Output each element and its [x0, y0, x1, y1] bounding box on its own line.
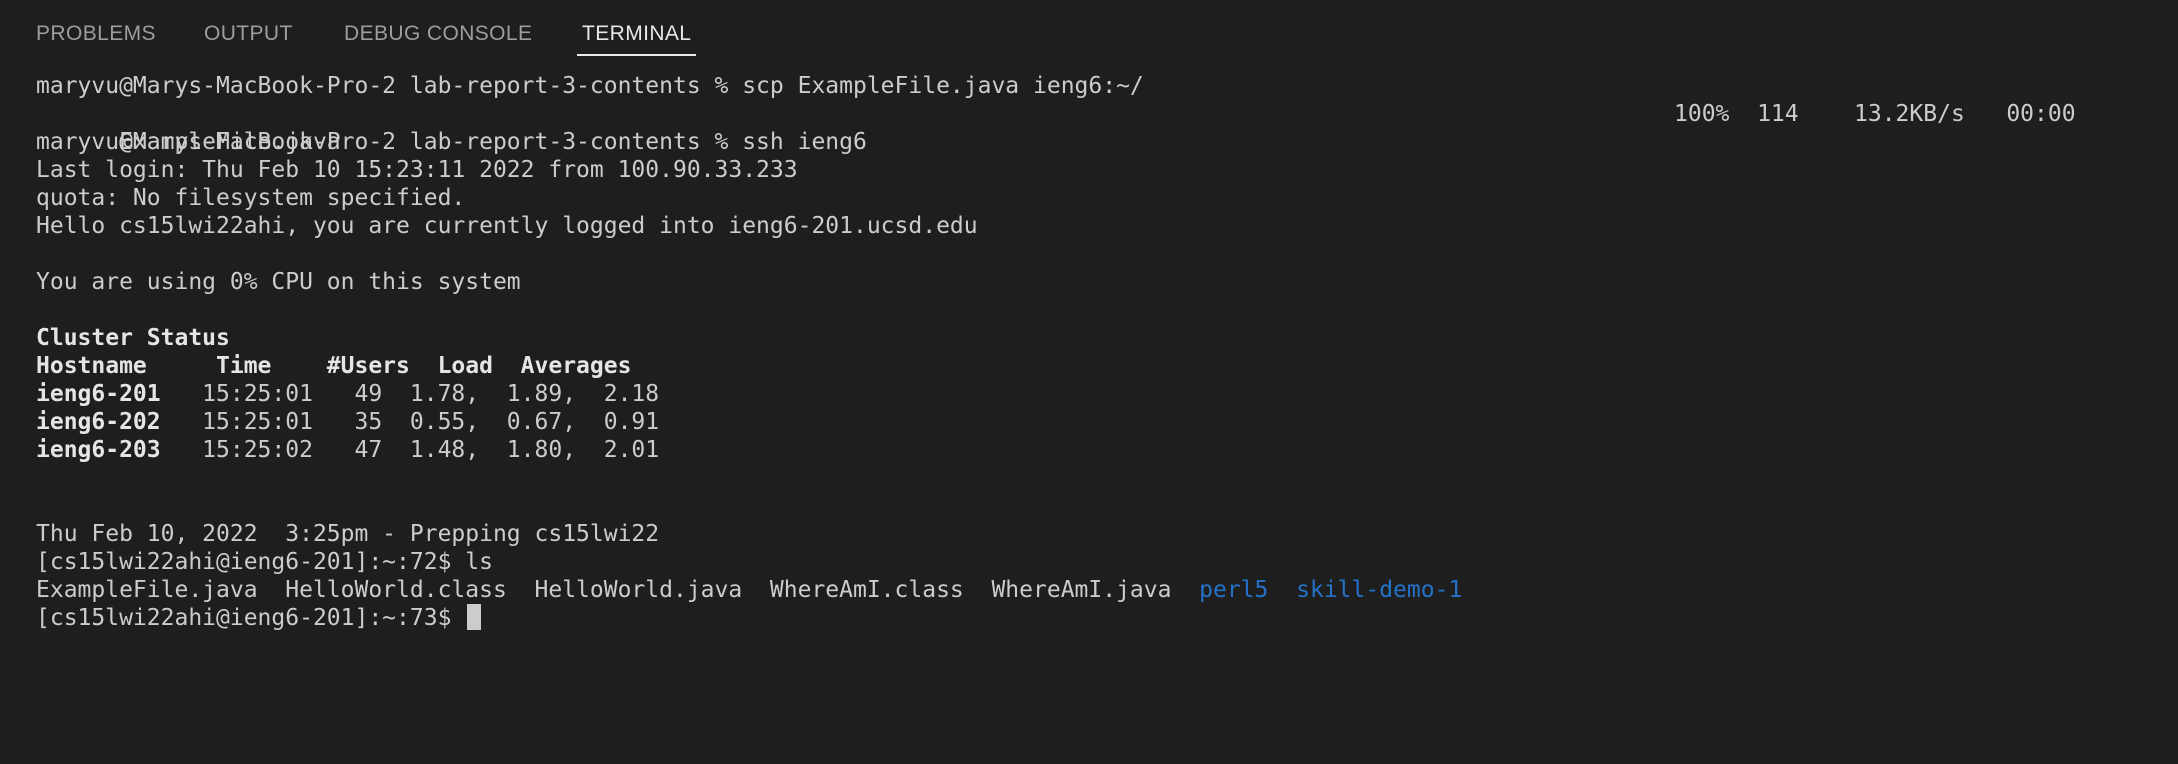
- terminal-panel: PROBLEMS OUTPUT DEBUG CONSOLE TERMINAL m…: [0, 0, 2178, 764]
- ls-directory: skill-demo-1: [1296, 577, 1463, 603]
- cluster-row: ieng6-201 15:25:01 49 1.78, 1.89, 2.18: [36, 380, 2156, 408]
- cluster-row: ieng6-202 15:25:01 35 0.55, 0.67, 0.91: [36, 408, 2156, 436]
- cluster-hostname: ieng6-201: [36, 381, 161, 407]
- shell-prompt: [cs15lwi22ahi@ieng6-201]:~:73$: [36, 605, 466, 631]
- ls-files: ExampleFile.java HelloWorld.class HelloW…: [36, 577, 1200, 603]
- scp-progress: 100% 114 13.2KB/s 00:00: [1674, 101, 2076, 127]
- terminal-line: Hello cs15lwi22ahi, you are currently lo…: [36, 213, 978, 239]
- tab-terminal[interactable]: TERMINAL: [582, 22, 691, 46]
- cluster-row: ieng6-203 15:25:02 47 1.48, 1.80, 2.01: [36, 436, 2156, 464]
- tab-debug-console[interactable]: DEBUG CONSOLE: [344, 22, 532, 46]
- terminal-line: maryvu@Marys-MacBook-Pro-2 lab-report-3-…: [36, 73, 1144, 99]
- ls-separator: [1268, 577, 1296, 603]
- cluster-stats: 15:25:01 49 1.78, 1.89, 2.18: [160, 381, 660, 407]
- terminal-line: You are using 0% CPU on this system: [36, 269, 521, 295]
- ls-directory: perl5: [1199, 577, 1269, 603]
- terminal-line: quota: No filesystem specified.: [36, 185, 466, 211]
- terminal-line: [cs15lwi22ahi@ieng6-201]:~:72$ ls: [36, 549, 493, 575]
- ls-output: ExampleFile.java HelloWorld.class HelloW…: [36, 576, 2156, 604]
- terminal-prompt-line[interactable]: [cs15lwi22ahi@ieng6-201]:~:73$: [36, 604, 2156, 632]
- tab-problems[interactable]: PROBLEMS: [36, 22, 156, 46]
- terminal-output[interactable]: maryvu@Marys-MacBook-Pro-2 lab-report-3-…: [36, 72, 2156, 752]
- terminal-line: maryvu@Marys-MacBook-Pro-2 lab-report-3-…: [36, 129, 867, 155]
- panel-tab-bar: PROBLEMS OUTPUT DEBUG CONSOLE TERMINAL: [0, 0, 2178, 58]
- active-tab-indicator: [577, 54, 696, 56]
- tab-output[interactable]: OUTPUT: [204, 22, 293, 46]
- cluster-status-title: Cluster Status: [36, 325, 230, 351]
- cluster-hostname: ieng6-203: [36, 437, 161, 463]
- cluster-table-header: Hostname Time #Users Load Averages: [36, 353, 632, 379]
- cluster-stats: 15:25:01 35 0.55, 0.67, 0.91: [160, 409, 660, 435]
- cluster-stats: 15:25:02 47 1.48, 1.80, 2.01: [160, 437, 660, 463]
- terminal-line: ExampleFile.java 100% 114 13.2KB/s 00:00: [36, 100, 2156, 155]
- terminal-line: Last login: Thu Feb 10 15:23:11 2022 fro…: [36, 157, 798, 183]
- terminal-line: Thu Feb 10, 2022 3:25pm - Prepping cs15l…: [36, 521, 660, 547]
- terminal-cursor: [467, 604, 482, 630]
- cluster-hostname: ieng6-202: [36, 409, 161, 435]
